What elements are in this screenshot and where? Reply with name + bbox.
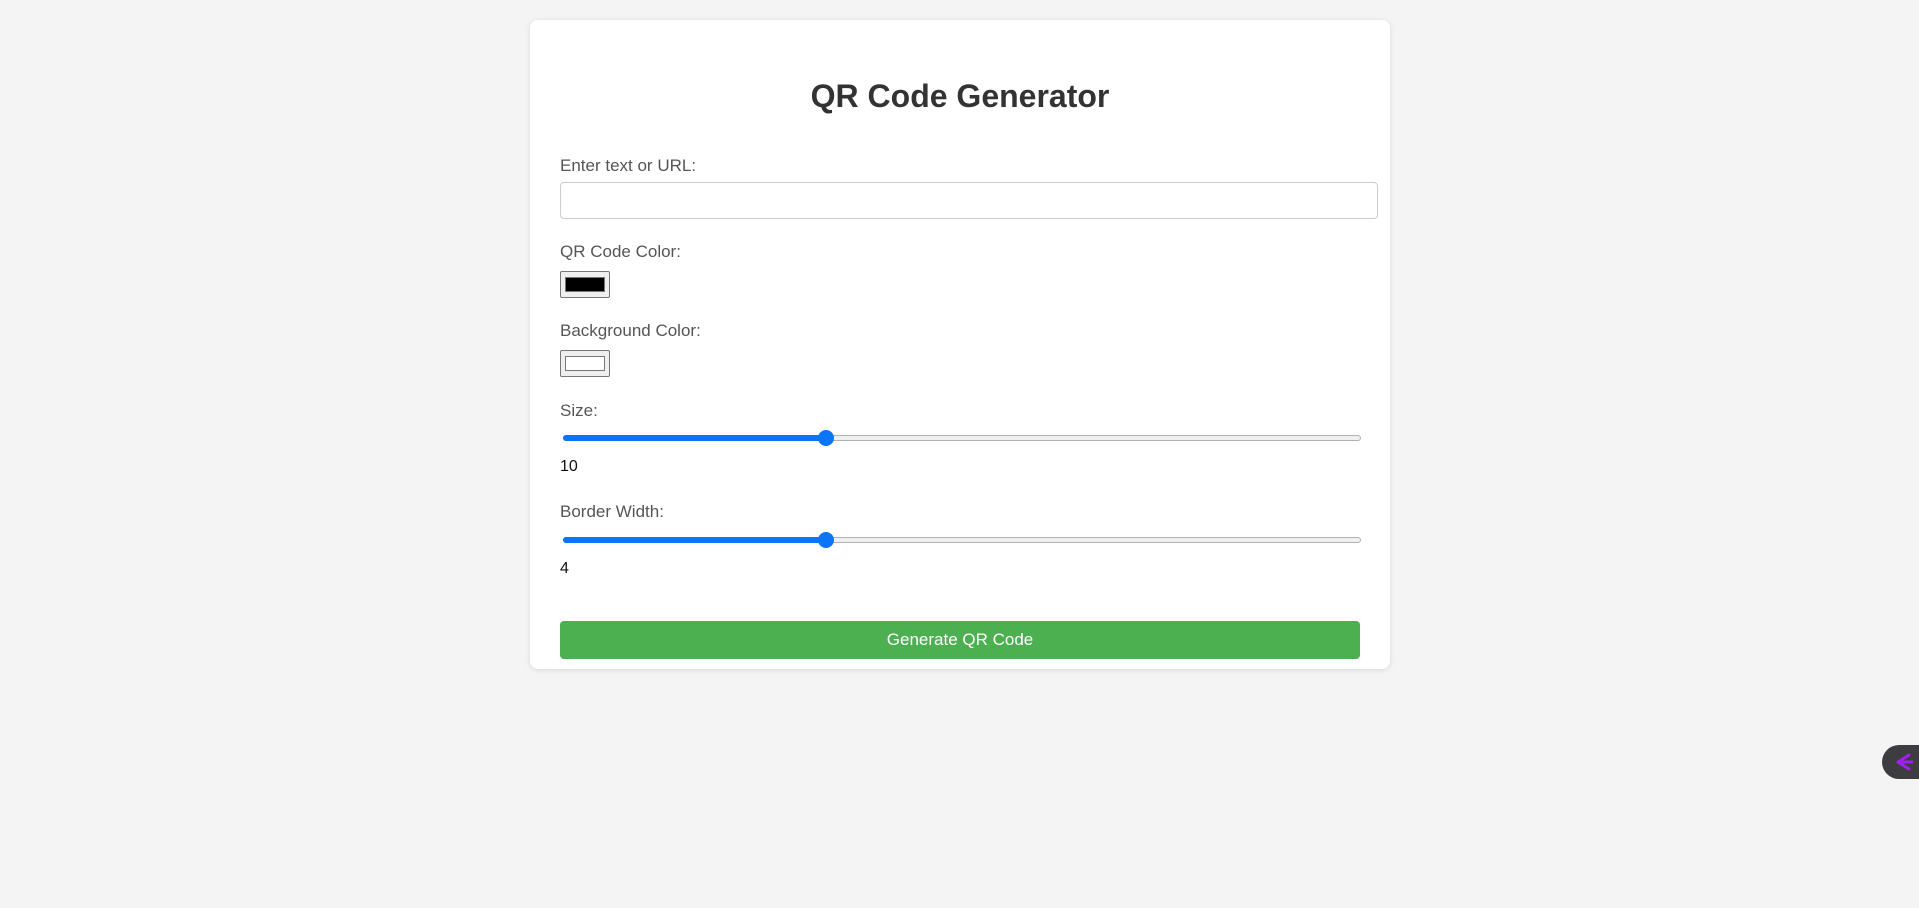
- size-label: Size:: [560, 401, 598, 420]
- generate-qr-button[interactable]: Generate QR Code: [560, 621, 1360, 659]
- background-color-label: Background Color:: [560, 321, 701, 340]
- page-title: QR Code Generator: [810, 78, 1110, 114]
- border-width-slider-fill: [563, 537, 827, 543]
- size-value: 10: [560, 458, 578, 475]
- floating-widget-button[interactable]: [1882, 745, 1919, 779]
- border-width-label: Border Width:: [560, 502, 664, 521]
- text-input-label: Enter text or URL:: [560, 156, 697, 175]
- chevron-arrow-left-icon: [1896, 753, 1914, 771]
- border-width-slider-thumb[interactable]: [818, 532, 835, 548]
- qr-color-swatch: [565, 277, 605, 292]
- qr-color-label: QR Code Color:: [560, 242, 681, 261]
- background-color-swatch: [565, 356, 605, 371]
- size-slider-fill: [563, 435, 827, 441]
- qr-generator-card: QR Code Generator Enter text or URL: QR …: [530, 20, 1390, 669]
- background-color-picker[interactable]: [560, 350, 610, 377]
- qr-color-picker[interactable]: [560, 271, 610, 298]
- size-slider-thumb[interactable]: [818, 430, 835, 446]
- size-slider[interactable]: [563, 430, 1361, 446]
- border-width-value: 4: [560, 560, 569, 577]
- text-url-input[interactable]: [560, 182, 1378, 219]
- border-width-slider[interactable]: [563, 532, 1361, 548]
